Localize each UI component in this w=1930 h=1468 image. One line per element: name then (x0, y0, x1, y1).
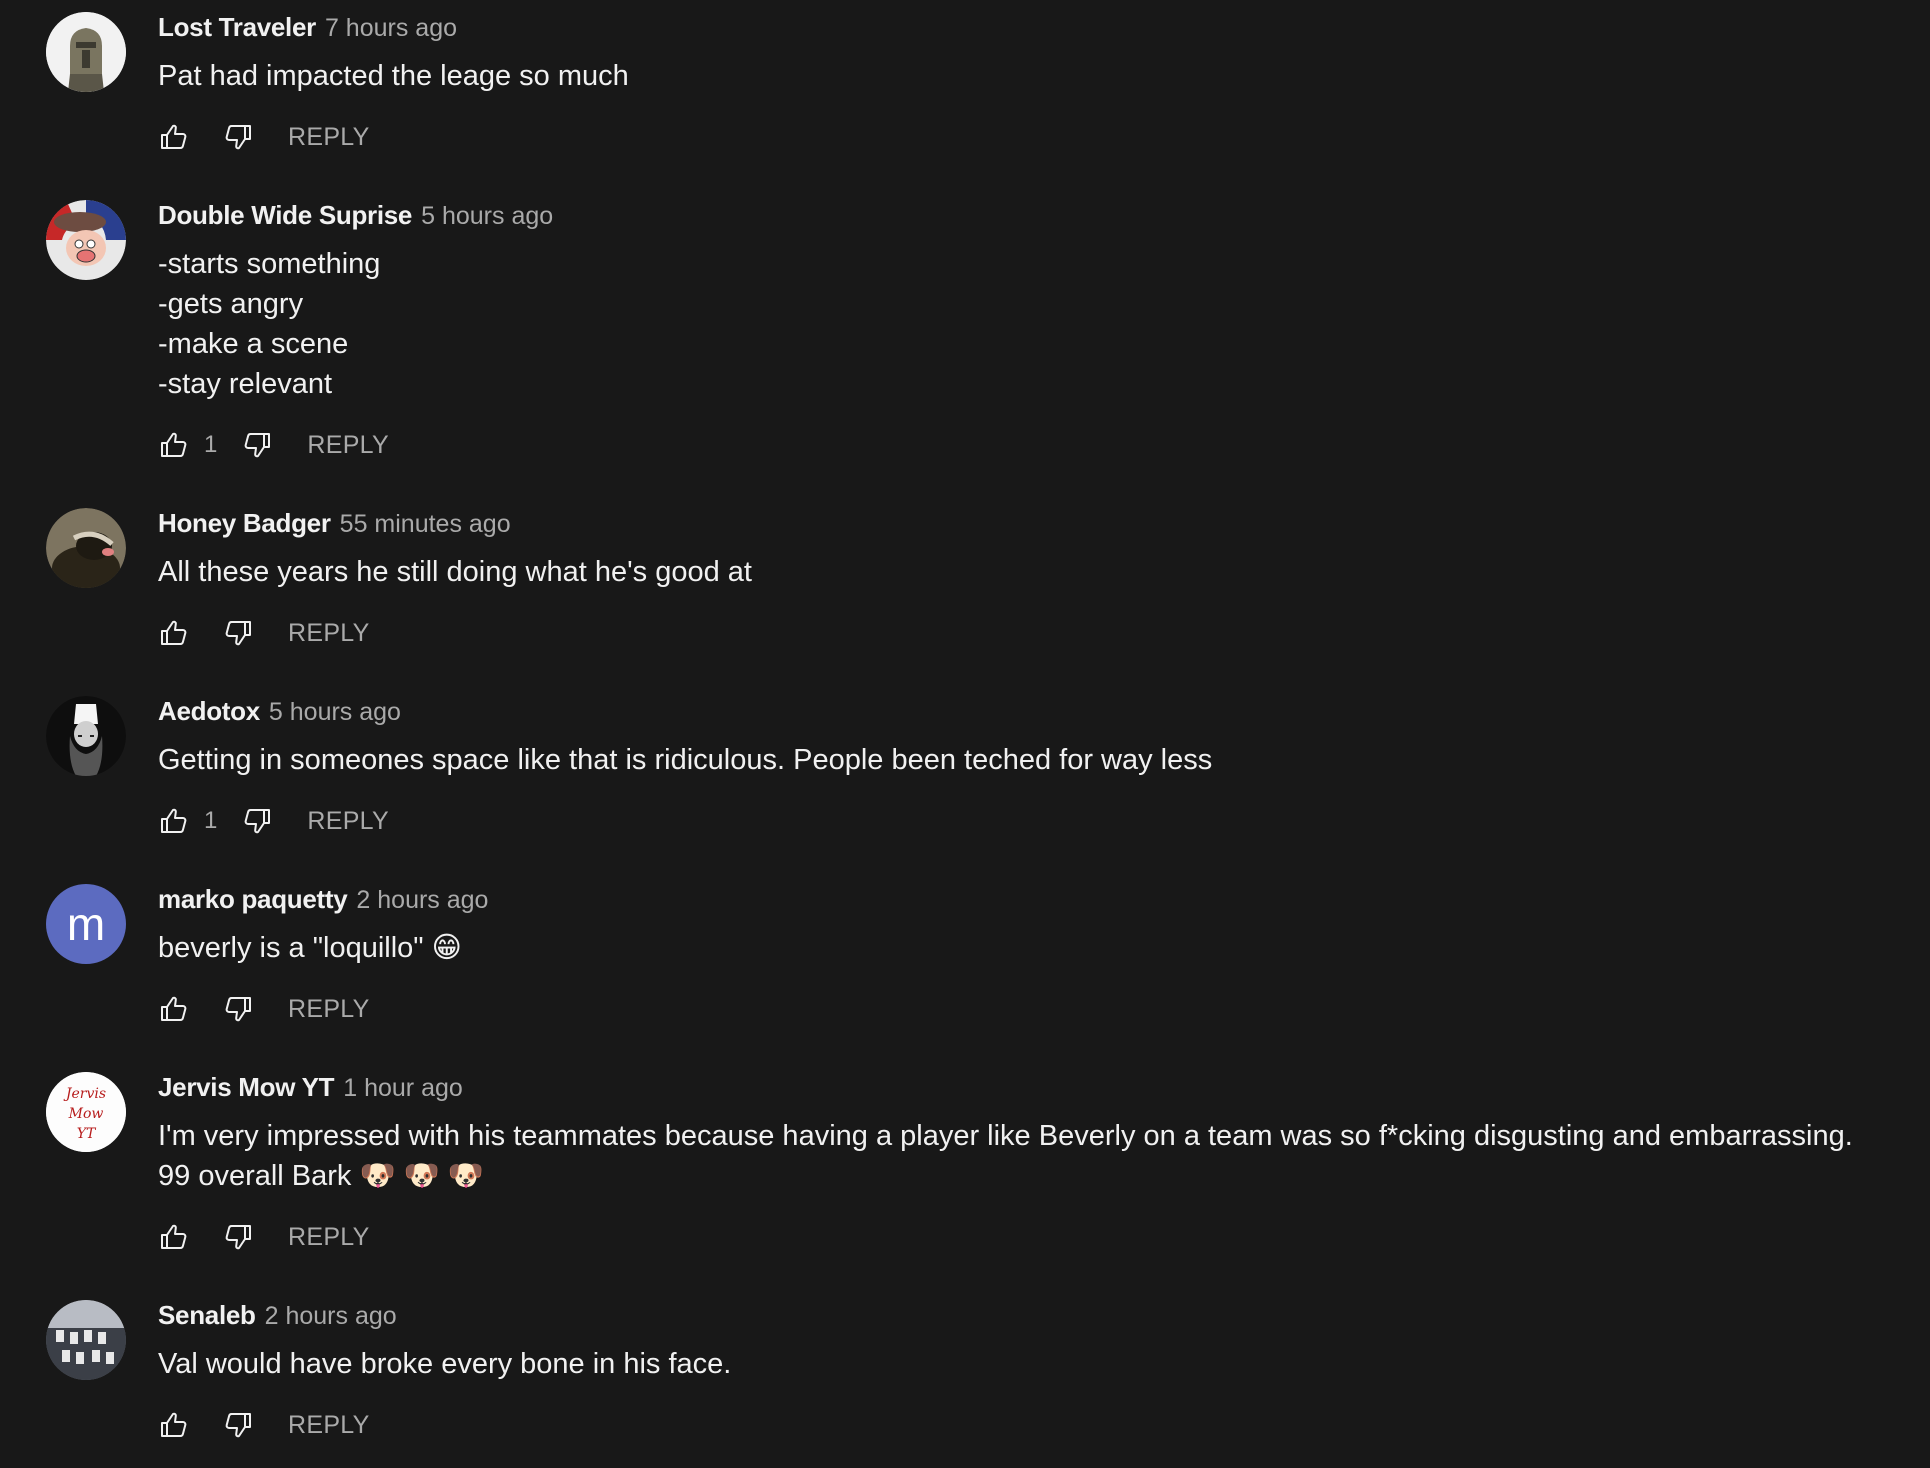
signature-avatar[interactable]: Jervis Mow YT (46, 1072, 126, 1152)
comment-timestamp[interactable]: 2 hours ago (265, 1302, 397, 1331)
comment-text: -starts something -gets angry -make a sc… (158, 244, 380, 404)
like-button[interactable] (158, 1409, 190, 1441)
dislike-button[interactable] (222, 1409, 254, 1441)
thumbs-up-icon (161, 996, 187, 1021)
comment-line: -gets angry (158, 288, 304, 320)
thumbs-down-icon (244, 809, 271, 834)
dislike-button[interactable] (222, 617, 254, 649)
reply-button[interactable]: REPLY (307, 807, 389, 836)
comment-line: Pat had impacted the leage so much (158, 60, 629, 92)
dislike-button[interactable] (222, 993, 254, 1025)
comment-line: -stay relevant (158, 368, 333, 400)
cartoon-avatar[interactable] (46, 200, 126, 280)
like-button[interactable] (158, 1221, 190, 1253)
comment-author[interactable]: Honey Badger (158, 508, 331, 539)
comment-line: 99 overall Bark 🐶 🐶 🐶 (158, 1160, 484, 1192)
thumbs-up-icon (161, 1412, 187, 1437)
reply-button[interactable]: REPLY (307, 431, 389, 460)
comment-author[interactable]: Aedotox (158, 696, 260, 727)
thumbs-down-icon (225, 621, 251, 646)
thumbs-up-icon (161, 620, 187, 645)
svg-text:Mow: Mow (68, 1106, 104, 1122)
comment-line: All these years he still doing what he's… (158, 556, 752, 588)
like-count: 1 (204, 807, 218, 834)
reply-button[interactable]: REPLY (288, 1223, 370, 1252)
like-button[interactable] (158, 121, 190, 153)
comment-line: beverly is a "loquillo" 😁 (158, 932, 462, 964)
thumbs-down-icon (225, 1225, 251, 1250)
comment-author[interactable]: Double Wide Suprise (158, 200, 412, 231)
thumbs-up-icon (161, 1224, 187, 1249)
comment-line: -starts something (158, 248, 381, 280)
like-button[interactable] (158, 429, 190, 461)
like-count: 1 (204, 431, 218, 458)
thumbs-down-icon (225, 125, 251, 150)
like-button[interactable] (158, 805, 190, 837)
thumbs-down-icon (225, 1413, 251, 1438)
comment-author[interactable]: Senaleb (158, 1300, 256, 1331)
letter-avatar[interactable]: m (46, 884, 126, 964)
dislike-button[interactable] (241, 429, 273, 461)
comment-timestamp[interactable]: 1 hour ago (343, 1074, 463, 1103)
comment-text: I'm very impressed with his teammates be… (158, 1116, 1853, 1196)
comment-line: -make a scene (158, 328, 349, 360)
badger-avatar[interactable] (46, 508, 126, 588)
thumbs-up-icon (161, 124, 187, 149)
dislike-button[interactable] (222, 1221, 254, 1253)
like-button[interactable] (158, 617, 190, 649)
comment-text: Pat had impacted the leage so much (158, 56, 629, 96)
comment-author[interactable]: Jervis Mow YT (158, 1072, 335, 1103)
thumbs-down-icon (244, 433, 271, 458)
svg-text:Jervis: Jervis (63, 1086, 106, 1102)
comment-text: Val would have broke every bone in his f… (158, 1344, 731, 1384)
portrait-avatar[interactable] (46, 696, 126, 776)
comment-text: beverly is a "loquillo" 😁 (158, 928, 462, 968)
comment-author[interactable]: marko paquetty (158, 884, 348, 915)
comment-timestamp[interactable]: 2 hours ago (356, 886, 488, 915)
reply-button[interactable]: REPLY (288, 1411, 370, 1440)
comment-text: Getting in someones space like that is r… (158, 740, 1212, 780)
helmet-avatar[interactable] (46, 12, 126, 92)
reply-button[interactable]: REPLY (288, 619, 370, 648)
comment-timestamp[interactable]: 7 hours ago (325, 14, 457, 43)
comment-author[interactable]: Lost Traveler (158, 12, 316, 43)
reply-button[interactable]: REPLY (288, 995, 370, 1024)
thumbs-down-icon (225, 997, 251, 1022)
comment-line: Val would have broke every bone in his f… (158, 1348, 732, 1380)
svg-text:YT: YT (77, 1126, 97, 1142)
comment-line: Getting in someones space like that is r… (158, 744, 1213, 776)
like-button[interactable] (158, 993, 190, 1025)
dislike-button[interactable] (241, 805, 273, 837)
comment-timestamp[interactable]: 5 hours ago (269, 698, 401, 727)
thumbs-up-icon (161, 808, 187, 833)
comment-line: I'm very impressed with his teammates be… (158, 1120, 1853, 1152)
team-photo-avatar[interactable] (46, 1300, 126, 1380)
dislike-button[interactable] (222, 121, 254, 153)
thumbs-up-icon (161, 432, 187, 457)
avatar-letter: m (66, 898, 106, 950)
reply-button[interactable]: REPLY (288, 123, 370, 152)
comment-text: All these years he still doing what he's… (158, 552, 752, 592)
comment-timestamp[interactable]: 55 minutes ago (340, 510, 511, 539)
comment-timestamp[interactable]: 5 hours ago (421, 202, 553, 231)
